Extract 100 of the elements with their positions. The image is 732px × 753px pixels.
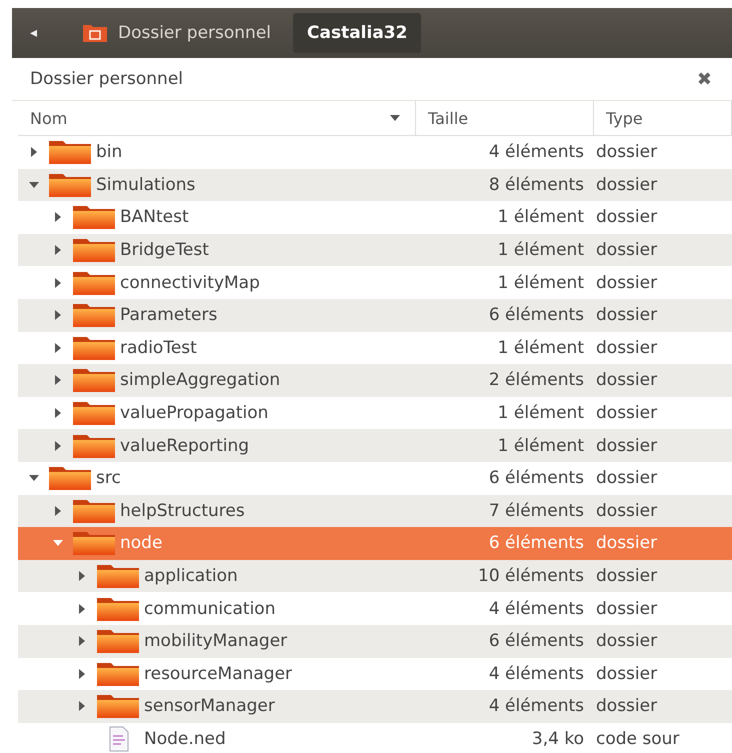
home-folder-icon — [82, 23, 108, 43]
path-button[interactable]: Castalia32 — [293, 13, 422, 53]
file-row[interactable]: bin 4 éléments dossier — [18, 136, 732, 169]
file-name: valuePropagation — [120, 403, 268, 424]
folder-icon — [72, 334, 116, 361]
back-button[interactable]: ◂ — [30, 25, 60, 41]
file-name: mobilityManager — [144, 631, 288, 652]
file-size: 4 éléments — [488, 598, 584, 619]
file-row[interactable]: connectivityMap 1 élément dossier — [18, 266, 732, 299]
file-name: node — [120, 533, 162, 554]
file-row[interactable]: application 10 éléments dossier — [18, 560, 732, 592]
folder-icon — [48, 139, 92, 166]
file-name: radioTest — [120, 338, 197, 358]
file-row[interactable]: Parameters 6 éléments dossier — [18, 298, 732, 332]
file-row[interactable]: sensorManager 4 éléments dossier — [18, 690, 732, 723]
file-row[interactable]: communication 4 éléments dossier — [18, 592, 732, 625]
file-type: dossier — [596, 566, 658, 586]
file-type: dossier — [596, 664, 658, 684]
folder-icon — [96, 660, 140, 687]
file-type: dossier — [596, 338, 658, 358]
file-name: sensorManager — [144, 696, 275, 716]
file-type: dossier — [596, 370, 658, 390]
folder-icon — [72, 530, 116, 556]
folder-icon — [96, 596, 140, 622]
file-size: 1 élément — [498, 436, 584, 456]
file-row[interactable]: helpStructures 7 éléments dossier — [18, 494, 732, 528]
file-type: dossier — [596, 305, 658, 326]
file-type: dossier — [596, 468, 658, 488]
folder-icon — [48, 465, 92, 492]
file-type: dossier — [596, 240, 658, 260]
file-row[interactable]: simpleAggregation 2 éléments dossier — [18, 364, 732, 397]
file-size: 6 éléments — [488, 468, 584, 488]
column-header[interactable]: Taille — [416, 101, 594, 135]
folder-icon — [96, 628, 140, 654]
file-type: dossier — [596, 436, 658, 456]
file-name: Node.ned — [144, 728, 226, 749]
column-header[interactable]: Type — [594, 101, 732, 135]
folder-icon — [96, 693, 140, 720]
file-row[interactable]: BANtest 1 élément dossier — [18, 201, 732, 234]
folder-icon — [96, 563, 140, 590]
file-name: valueReporting — [120, 436, 250, 456]
column-header[interactable]: Nom — [18, 101, 416, 135]
path-button[interactable]: Dossier personnel — [68, 13, 286, 53]
file-size: 10 éléments — [478, 566, 584, 586]
file-type: dossier — [596, 598, 658, 619]
file-row[interactable]: Node.ned 3,4 ko code sour — [18, 722, 732, 753]
file-name: helpStructures — [120, 500, 245, 521]
file-type: dossier — [596, 272, 658, 293]
file-size: 6 éléments — [488, 533, 584, 554]
file-size: 7 éléments — [488, 500, 584, 521]
folder-icon — [72, 400, 116, 426]
folder-icon — [72, 204, 116, 230]
file-type: code sour — [596, 728, 680, 749]
file-name: resourceManager — [144, 664, 292, 684]
close-button[interactable]: ✖ — [696, 68, 712, 90]
file-size: 6 éléments — [488, 631, 584, 652]
file-size: 1 élément — [498, 207, 584, 228]
file-size: 4 éléments — [488, 142, 584, 162]
file-size: 8 éléments — [488, 174, 584, 195]
file-name: src — [96, 468, 121, 488]
folder-icon — [48, 172, 92, 198]
file-size: 2 éléments — [488, 370, 584, 390]
folder-icon — [72, 498, 116, 524]
file-type: dossier — [596, 696, 658, 716]
folder-icon — [72, 270, 116, 296]
file-name: communication — [144, 598, 276, 619]
file-size: 1 élément — [498, 272, 584, 293]
file-row[interactable]: radioTest 1 élément dossier — [18, 332, 732, 364]
file-row[interactable]: resourceManager 4 éléments dossier — [18, 658, 732, 690]
folder-icon — [72, 237, 116, 264]
file-name: simpleAggregation — [120, 370, 280, 390]
folder-icon — [72, 367, 116, 394]
folder-icon — [72, 302, 116, 328]
file-name: application — [144, 566, 238, 586]
file-size: 3,4 ko — [532, 728, 584, 749]
file-type: dossier — [596, 500, 658, 521]
file-row[interactable]: mobilityManager 6 éléments dossier — [18, 624, 732, 658]
file-type: dossier — [596, 403, 658, 424]
pane-title: Dossier personnel — [30, 69, 184, 89]
file-name: BANtest — [120, 207, 189, 228]
file-type: dossier — [596, 207, 658, 228]
file-row[interactable]: src 6 éléments dossier — [18, 462, 732, 495]
file-row[interactable]: valuePropagation 1 élément dossier — [18, 396, 732, 430]
file-size: 1 élément — [498, 403, 584, 424]
file-name: Simulations — [96, 174, 196, 195]
file-type: dossier — [596, 533, 658, 554]
file-type: dossier — [596, 631, 658, 652]
file-name: connectivityMap — [120, 272, 260, 293]
file-name: bin — [96, 142, 122, 162]
file-type: dossier — [596, 174, 658, 195]
file-name: Parameters — [120, 305, 218, 326]
file-size: 4 éléments — [488, 664, 584, 684]
file-size: 6 éléments — [488, 305, 584, 326]
file-type: dossier — [596, 142, 658, 162]
file-size: 1 élément — [498, 240, 584, 260]
file-size: 4 éléments — [488, 696, 584, 716]
file-row[interactable]: valueReporting 1 élément dossier — [18, 429, 732, 462]
file-row[interactable]: Simulations 8 éléments dossier — [18, 168, 732, 202]
file-row[interactable]: BridgeTest 1 élément dossier — [18, 234, 732, 266]
folder-icon — [72, 432, 116, 459]
